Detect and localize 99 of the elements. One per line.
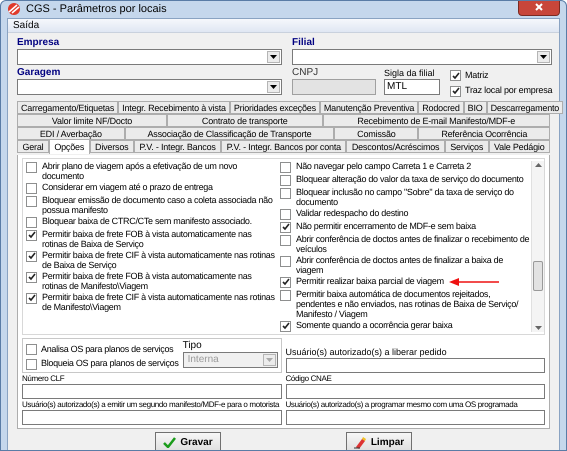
checkbox[interactable] [280,208,291,220]
checkbox[interactable] [450,86,461,97]
eraser-icon [354,436,367,448]
option-label: Bloquear alteração do valor da taxa de serviço do documento [296,174,524,184]
tab[interactable]: Referência Ocorrência [418,126,550,140]
tab[interactable]: Contrato de transporte [167,114,322,126]
tab[interactable]: Descontos/Acréscimos [346,140,445,152]
checkbox[interactable] [280,174,291,186]
branch-code-field[interactable]: MTL [384,78,440,94]
garage-dropdown[interactable] [17,78,282,94]
tab[interactable]: Vale Pedágio [488,140,550,152]
tab[interactable]: Prioridades exceções [230,100,320,114]
menu-item[interactable]: Saída [12,18,40,32]
tab[interactable]: P.V. - Integr. Bancos [134,140,222,152]
checkbox-label: Analisa OS para planos de serviços [41,342,174,356]
tab[interactable]: Descarregamento [486,100,564,114]
checkbox[interactable] [26,162,37,172]
close-icon [535,3,543,12]
checkbox-label: Matriz [465,68,488,82]
checkbox[interactable] [26,216,37,228]
checkbox[interactable] [26,230,37,240]
field-label: Sigla da filial [384,66,436,78]
check-icon [163,437,176,448]
scrollbar[interactable] [531,160,544,332]
field-label: Usuário(s) autorizado(s) a programar mesmo com uma OS programada [286,398,519,410]
checkbox[interactable] [26,182,37,194]
checkbox[interactable] [26,358,37,370]
scroll-up-icon[interactable] [534,162,542,166]
tab[interactable]: Opções [48,138,90,154]
app-logo-icon [7,3,21,16]
field-label: CNPJ [292,66,320,78]
close-button[interactable] [518,1,560,16]
clear-button[interactable]: Limpar [346,432,412,450]
input-field[interactable] [286,410,545,424]
checkbox[interactable] [280,234,291,246]
checkbox[interactable] [26,344,37,356]
option-label: Validar redespacho do destino [296,208,408,218]
checkbox[interactable] [280,222,291,232]
tab[interactable]: Associação de Classificação de Transporte [124,126,334,140]
input-field[interactable] [286,358,545,372]
checkbox[interactable] [26,272,37,282]
tab[interactable]: Recebimento de E-mail Manifesto/MDF-e [322,114,550,126]
field-label: Número CLF [22,372,66,384]
tab[interactable]: Comissão [334,126,418,140]
option-label: Bloquear baixa de CTRC/CTe sem manifesto associado. [42,216,252,226]
tab[interactable]: Geral [17,140,49,152]
company-dropdown[interactable] [17,48,282,64]
checkbox[interactable] [26,250,37,262]
window-title: CGS - Parâmetros por locais [26,2,168,17]
checkbox[interactable] [280,290,291,300]
input-field[interactable] [286,384,545,398]
option-label: Abrir conferência de doctos antes de finalizar a baixa de viagem [296,254,504,274]
field-label: Garagem [17,66,62,78]
checkbox[interactable] [26,292,37,304]
tab[interactable]: Diversos [90,140,134,152]
field-label: Filial [292,36,316,48]
checkbox-label: Traz local por empresa [465,84,552,97]
option-label: Abrir conferência de doctos antes de finalizar o recebimento de veículos [296,234,530,254]
checkbox[interactable] [280,256,291,266]
checkbox[interactable] [450,70,461,82]
option-label: Permitir realizar baixa parcial de viagem [296,276,444,286]
tab[interactable]: BIO [464,100,487,114]
checkbox[interactable] [280,162,291,172]
tab[interactable]: Carregamento/Etiquetas [17,100,118,114]
option-label: Abrir plano de viagem após a efetivação de um novo documento [42,160,238,180]
checkbox[interactable] [26,196,37,206]
option-label: Permitir baixa de frete FOB à vista automaticamente nas rotinas de Baixa de Serviço [42,228,253,248]
branch-dropdown[interactable] [292,48,552,64]
option-label: Permitir baixa de frete FOB à vista automaticamente nas rotinas de Manifesto\Viagem [42,270,253,290]
checkbox[interactable] [280,320,291,332]
checkbox[interactable] [280,188,291,198]
input-field[interactable] [22,384,282,398]
field-label: Usuário(s) autorizado(s) a emitir um segundo manifesto/MDF-e para o motorista [22,398,280,410]
tab[interactable]: Valor limite NF/Docto [17,114,167,126]
option-label: Permitir baixa de frete CIF à vista automaticamente nas rotinas de Manifesto\Viagem [42,292,276,312]
option-label: Bloquear inclusão no campo "Sobre" da taxa de serviço do documento [296,186,515,206]
field-label: Empresa [17,36,60,48]
option-label: Bloquear emissão de documento caso a coleta associada não possua manifesto [42,194,274,214]
option-label: Não permitir encerramento de MDF-e sem baixa [296,220,476,230]
tab[interactable]: EDI / Averbação [17,126,125,140]
tab[interactable]: Rodocred [418,100,464,114]
tab[interactable]: Manutenção Preventiva [320,100,418,114]
field-label: Código CNAE [286,372,332,384]
tab[interactable]: Serviços [444,140,489,152]
scroll-thumb[interactable] [533,261,543,291]
input-field[interactable] [22,410,282,424]
option-label: Permitir baixa de frete CIF à vista automaticamente nas rotinas de Baixa de Serviço [42,250,276,270]
scroll-down-icon[interactable] [534,326,542,330]
field-label: Tipo [182,340,203,352]
field-label: Usuário(s) autorizado(s) a liberar pedido [286,346,448,358]
option-label: Considerar em viagem até o prazo de entrega [42,182,213,192]
checkbox-label: Bloqueia OS para planos de serviços [41,357,179,370]
option-label: Somente quando a ocorrência gerar baixa [296,320,452,330]
option-label: Não navegar pelo campo Carreta 1 e Carreta 2 [296,160,471,170]
save-button[interactable]: Gravar [155,432,221,450]
tab[interactable]: P.V. - Integr. Bancos por conta [221,140,346,152]
tab[interactable]: Integr. Recebimento à vista [118,100,230,114]
checkbox[interactable] [280,276,291,288]
option-label: Permitir baixa automática de documentos rejeitados, pendentes e não enviados, nas rotinas de Baixa de Serviço/ Manifesto / Viagem [296,288,520,318]
